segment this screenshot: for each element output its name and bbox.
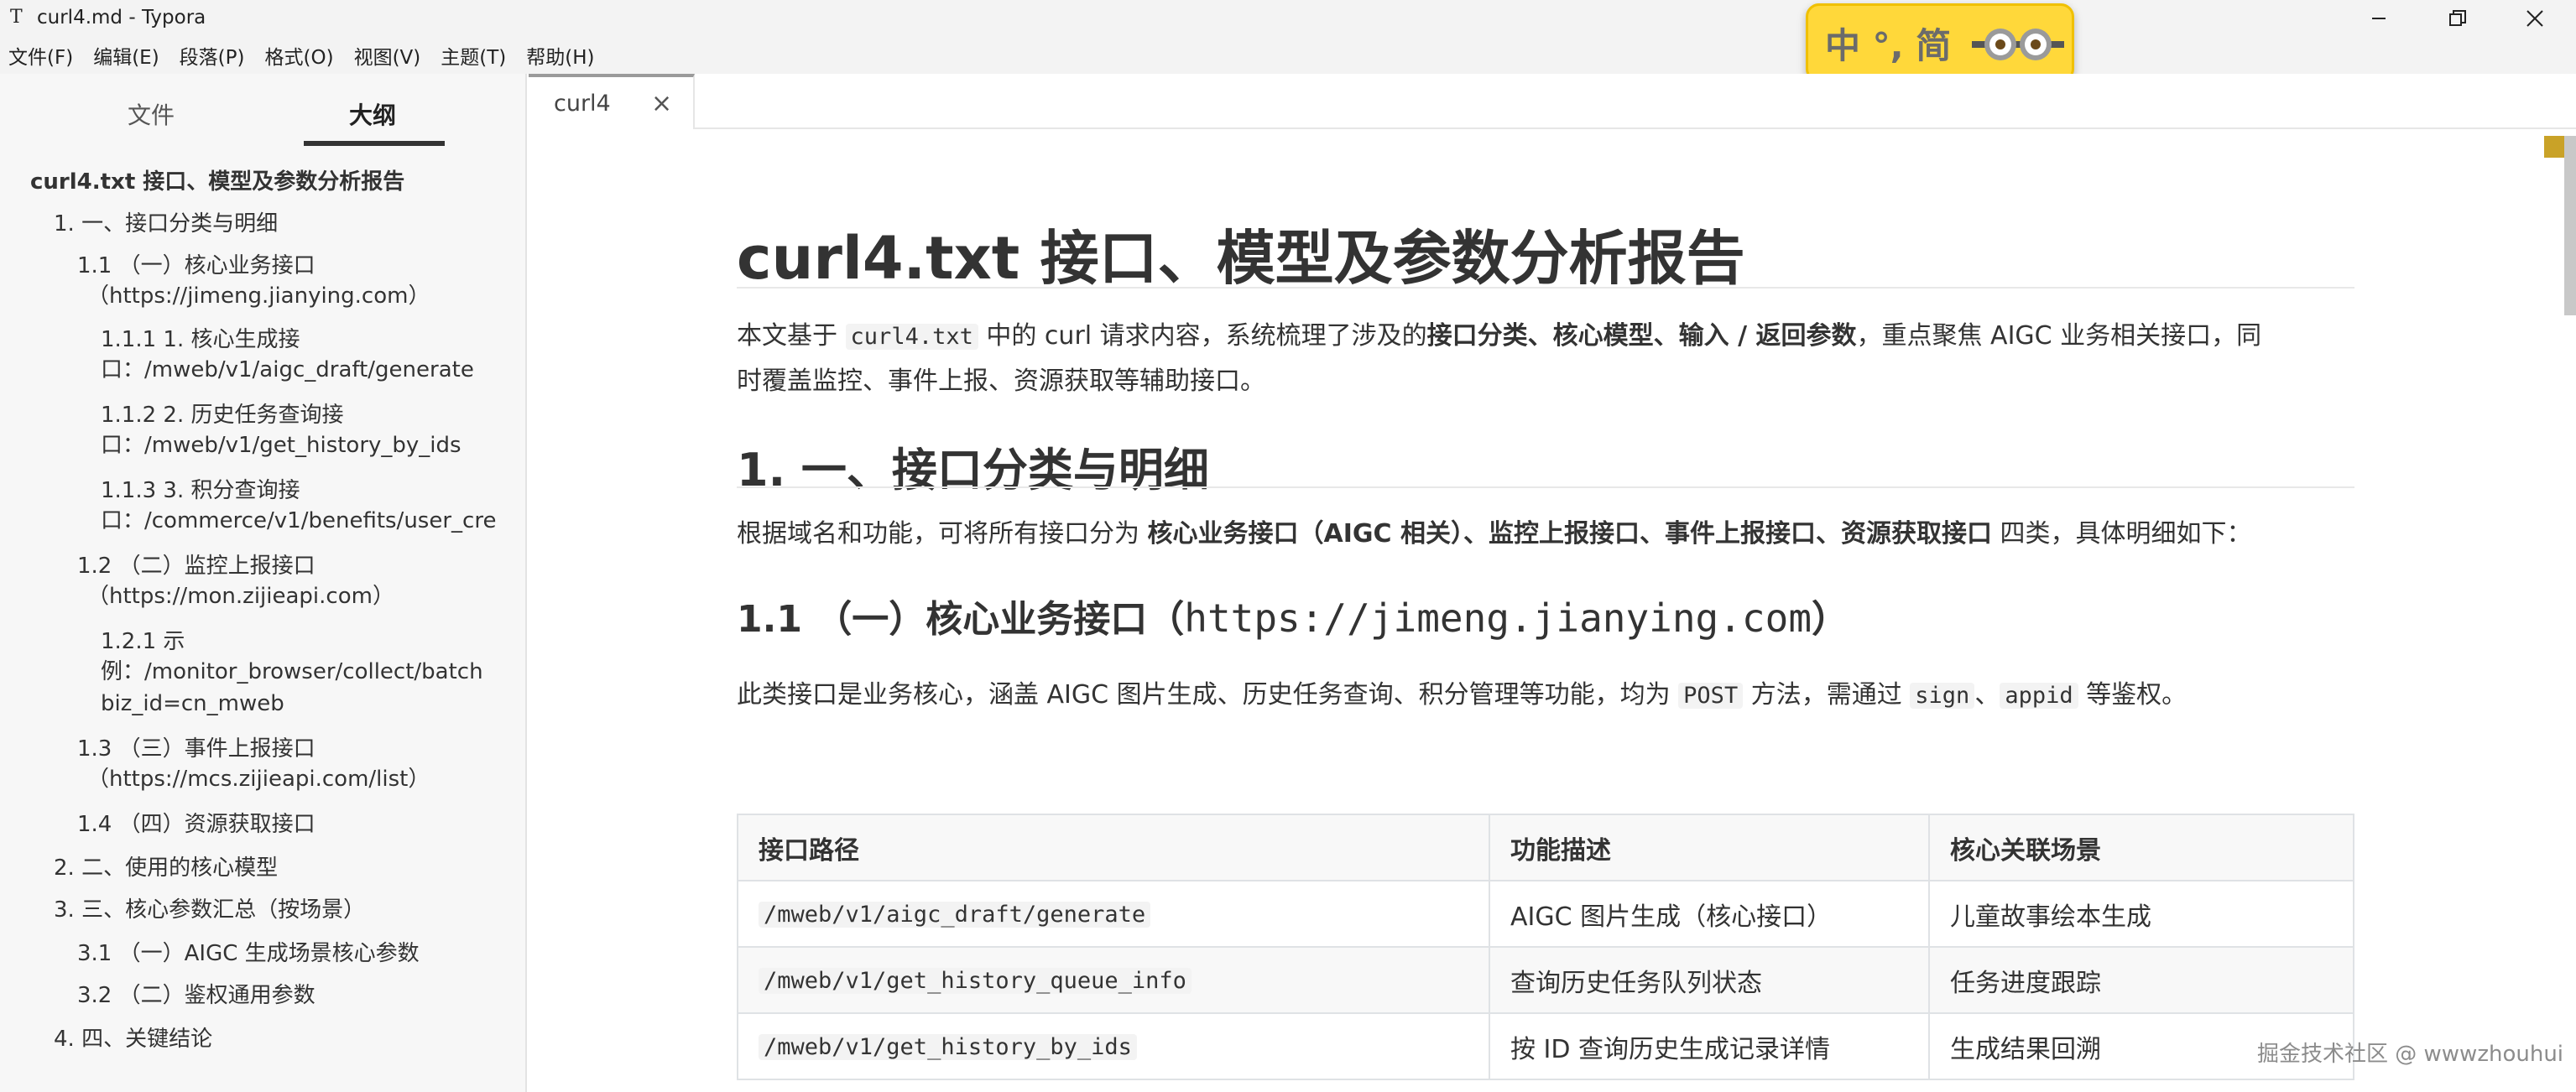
outline-item-1-1-3-path[interactable]: 口：/commerce/v1/benefits/user_cre bbox=[101, 505, 496, 537]
table-cell: 儿童故事绘本生成 bbox=[1928, 880, 2354, 948]
outline-item-1-1-1[interactable]: 1.1.1 1. 核心生成接 bbox=[101, 324, 300, 356]
outline-item-1-1-3[interactable]: 1.1.3 3. 积分查询接 bbox=[101, 475, 300, 507]
api-table: 接口路径 功能描述 核心关联场景 /mweb/v1/aigc_draft/gen… bbox=[737, 814, 2354, 1080]
close-icon bbox=[2526, 10, 2543, 27]
outline-item-1-4[interactable]: 1.4 （四）资源获取接口 bbox=[77, 809, 315, 840]
table-cell: 任务进度跟踪 bbox=[1928, 946, 2354, 1014]
menu-file[interactable]: 文件(F) bbox=[8, 41, 73, 70]
title-bar: T curl4.md - Typora bbox=[0, 0, 2576, 37]
watermark-text: 掘金技术社区 @ wwwzhouhui bbox=[2257, 1042, 2564, 1067]
subsection-url: https://jimeng.jianying.com bbox=[1184, 595, 1812, 641]
menu-paragraph[interactable]: 段落(P) bbox=[180, 41, 245, 70]
document-tab-label[interactable]: curl4 bbox=[554, 91, 611, 117]
outline-item-3-1[interactable]: 3.1 （一）AIGC 生成场景核心参数 bbox=[77, 938, 420, 970]
outline-item-1-2[interactable]: 1.2 （二）监控上报接口 bbox=[77, 550, 315, 582]
table-row: /mweb/v1/aigc_draft/generate AIGC 图片生成（核… bbox=[737, 880, 2354, 948]
subsection-heading-1-1: 1.1 （一）核心业务接口（https://jimeng.jianying.co… bbox=[737, 595, 1849, 641]
menu-bar: 文件(F) 编辑(E) 段落(P) 格式(O) 视图(V) 主题(T) 帮助(H… bbox=[0, 37, 2576, 74]
intro-paragraph-line2: 时覆盖监控、事件上报、资源获取等辅助接口。 bbox=[737, 367, 1265, 396]
menu-view[interactable]: 视图(V) bbox=[354, 41, 421, 70]
typora-app-icon: T bbox=[10, 7, 23, 28]
scroll-marker bbox=[2544, 136, 2564, 158]
menu-theme[interactable]: 主题(T) bbox=[441, 41, 506, 70]
table-row: /mweb/v1/get_history_by_ids 按 ID 查询历史生成记… bbox=[737, 1012, 2354, 1080]
sidebar-tabs: 文件 大纲 bbox=[0, 74, 525, 149]
close-window-button[interactable] bbox=[2497, 0, 2573, 37]
table-cell: /mweb/v1/aigc_draft/generate bbox=[737, 880, 1490, 948]
outline-item-1-2-url[interactable]: （https://mon.zijieapi.com） bbox=[87, 580, 394, 612]
tab-outline[interactable]: 大纲 bbox=[349, 97, 396, 131]
outline-item-1-1-2[interactable]: 1.1.2 2. 历史任务查询接 bbox=[101, 399, 344, 431]
section-1-bold-text: 核心业务接口（AIGC 相关）、监控上报接口、事件上报接口、资源获取接口 bbox=[1147, 519, 1993, 549]
outline-item-1-2-1-path[interactable]: 例：/monitor_browser/collect/batch bbox=[101, 656, 483, 688]
restore-icon bbox=[2449, 10, 2466, 26]
outline-item-1-2-1-param[interactable]: biz_id=cn_mweb bbox=[101, 688, 284, 720]
sidebar: 文件 大纲 curl4.txt 接口、模型及参数分析报告 1. 一、接口分类与明… bbox=[0, 74, 527, 1092]
outline-item-1[interactable]: 1. 一、接口分类与明细 bbox=[54, 208, 278, 240]
section-heading-divider bbox=[737, 486, 2354, 488]
outline-item-1-3-url[interactable]: （https://mcs.zijieapi.com/list） bbox=[87, 763, 430, 795]
section-1-paragraph: 根据域名和功能，可将所有接口分为 核心业务接口（AIGC 相关）、监控上报接口、… bbox=[737, 519, 2252, 549]
minimize-icon bbox=[2372, 18, 2386, 19]
heading-divider bbox=[737, 287, 2354, 289]
ime-mode-label[interactable]: 中 °, 简 bbox=[1825, 18, 1951, 69]
doc-title-heading: curl4.txt 接口、模型及参数分析报告 bbox=[737, 224, 1745, 293]
outline-item-2[interactable]: 2. 二、使用的核心模型 bbox=[54, 852, 278, 884]
table-row: /mweb/v1/get_history_queue_info 查询历史任务队列… bbox=[737, 946, 2354, 1014]
table-cell: AIGC 图片生成（核心接口） bbox=[1489, 880, 1930, 948]
outline-item-3[interactable]: 3. 三、核心参数汇总（按场景） bbox=[54, 894, 365, 926]
tab-files[interactable]: 文件 bbox=[128, 97, 175, 131]
outline-item-1-1-url[interactable]: （https://jimeng.jianying.com） bbox=[87, 280, 430, 312]
table-cell: /mweb/v1/get_history_by_ids bbox=[737, 1012, 1490, 1080]
menu-help[interactable]: 帮助(H) bbox=[526, 41, 594, 70]
outline-item-4[interactable]: 4. 四、关键结论 bbox=[54, 1023, 212, 1055]
table-cell: 按 ID 查询历史生成记录详情 bbox=[1489, 1012, 1930, 1080]
table-cell: /mweb/v1/get_history_queue_info bbox=[737, 946, 1490, 1014]
intro-paragraph: 本文基于 curl4.txt 中的 curl 请求内容，系统梳理了涉及的接口分类… bbox=[737, 321, 2262, 351]
table-cell: 查询历史任务队列状态 bbox=[1489, 946, 1930, 1014]
ime-toolbar[interactable]: 中 °, 简 bbox=[1806, 3, 2074, 82]
minimize-button[interactable] bbox=[2341, 0, 2417, 37]
section-heading-1: 1. 一、接口分类与明细 bbox=[737, 444, 1209, 497]
close-tab-icon[interactable]: × bbox=[651, 89, 672, 118]
menu-format[interactable]: 格式(O) bbox=[265, 41, 334, 70]
outline-item-title[interactable]: curl4.txt 接口、模型及参数分析报告 bbox=[30, 166, 404, 198]
outline-item-1-1-2-path[interactable]: 口：/mweb/v1/get_history_by_ids bbox=[101, 429, 461, 461]
inline-code-sign: sign bbox=[1910, 683, 1975, 709]
table-header-path: 接口路径 bbox=[737, 814, 1490, 881]
minion-goggles-icon bbox=[1972, 29, 2064, 60]
window-title: curl4.md - Typora bbox=[37, 7, 206, 29]
inline-code-appid: appid bbox=[2000, 683, 2078, 709]
table-header-scene: 核心关联场景 bbox=[1928, 814, 2354, 881]
outline-item-1-3[interactable]: 1.3 （三）事件上报接口 bbox=[77, 733, 315, 765]
outline-item-1-1[interactable]: 1.1 （一）核心业务接口 bbox=[77, 250, 315, 282]
inline-code-filename: curl4.txt bbox=[845, 324, 978, 350]
restore-button[interactable] bbox=[2420, 0, 2495, 37]
outline-item-1-1-1-path[interactable]: 口：/mweb/v1/aigc_draft/generate bbox=[101, 354, 474, 386]
subsection-paragraph: 此类接口是业务核心，涵盖 AIGC 图片生成、历史任务查询、积分管理等功能，均为… bbox=[737, 680, 2188, 710]
outline-item-3-2[interactable]: 3.2 （二）鉴权通用参数 bbox=[77, 980, 315, 1011]
table-header-desc: 功能描述 bbox=[1489, 814, 1930, 881]
document-tab-strip: curl4 × bbox=[529, 74, 2576, 129]
outline-item-1-2-1[interactable]: 1.2.1 示 bbox=[101, 626, 185, 658]
table-header-row: 接口路径 功能描述 核心关联场景 bbox=[737, 814, 2354, 881]
menu-edit[interactable]: 编辑(E) bbox=[93, 41, 159, 70]
document-tab[interactable]: curl4 × bbox=[529, 74, 695, 129]
vertical-scrollbar[interactable] bbox=[2564, 136, 2576, 315]
editor-content[interactable]: curl4.txt 接口、模型及参数分析报告 本文基于 curl4.txt 中的… bbox=[737, 129, 2356, 1092]
intro-bold-text: 接口分类、核心模型、输入 / 返回参数 bbox=[1426, 321, 1857, 351]
active-tab-indicator bbox=[304, 141, 445, 146]
inline-code-post: POST bbox=[1678, 683, 1744, 709]
